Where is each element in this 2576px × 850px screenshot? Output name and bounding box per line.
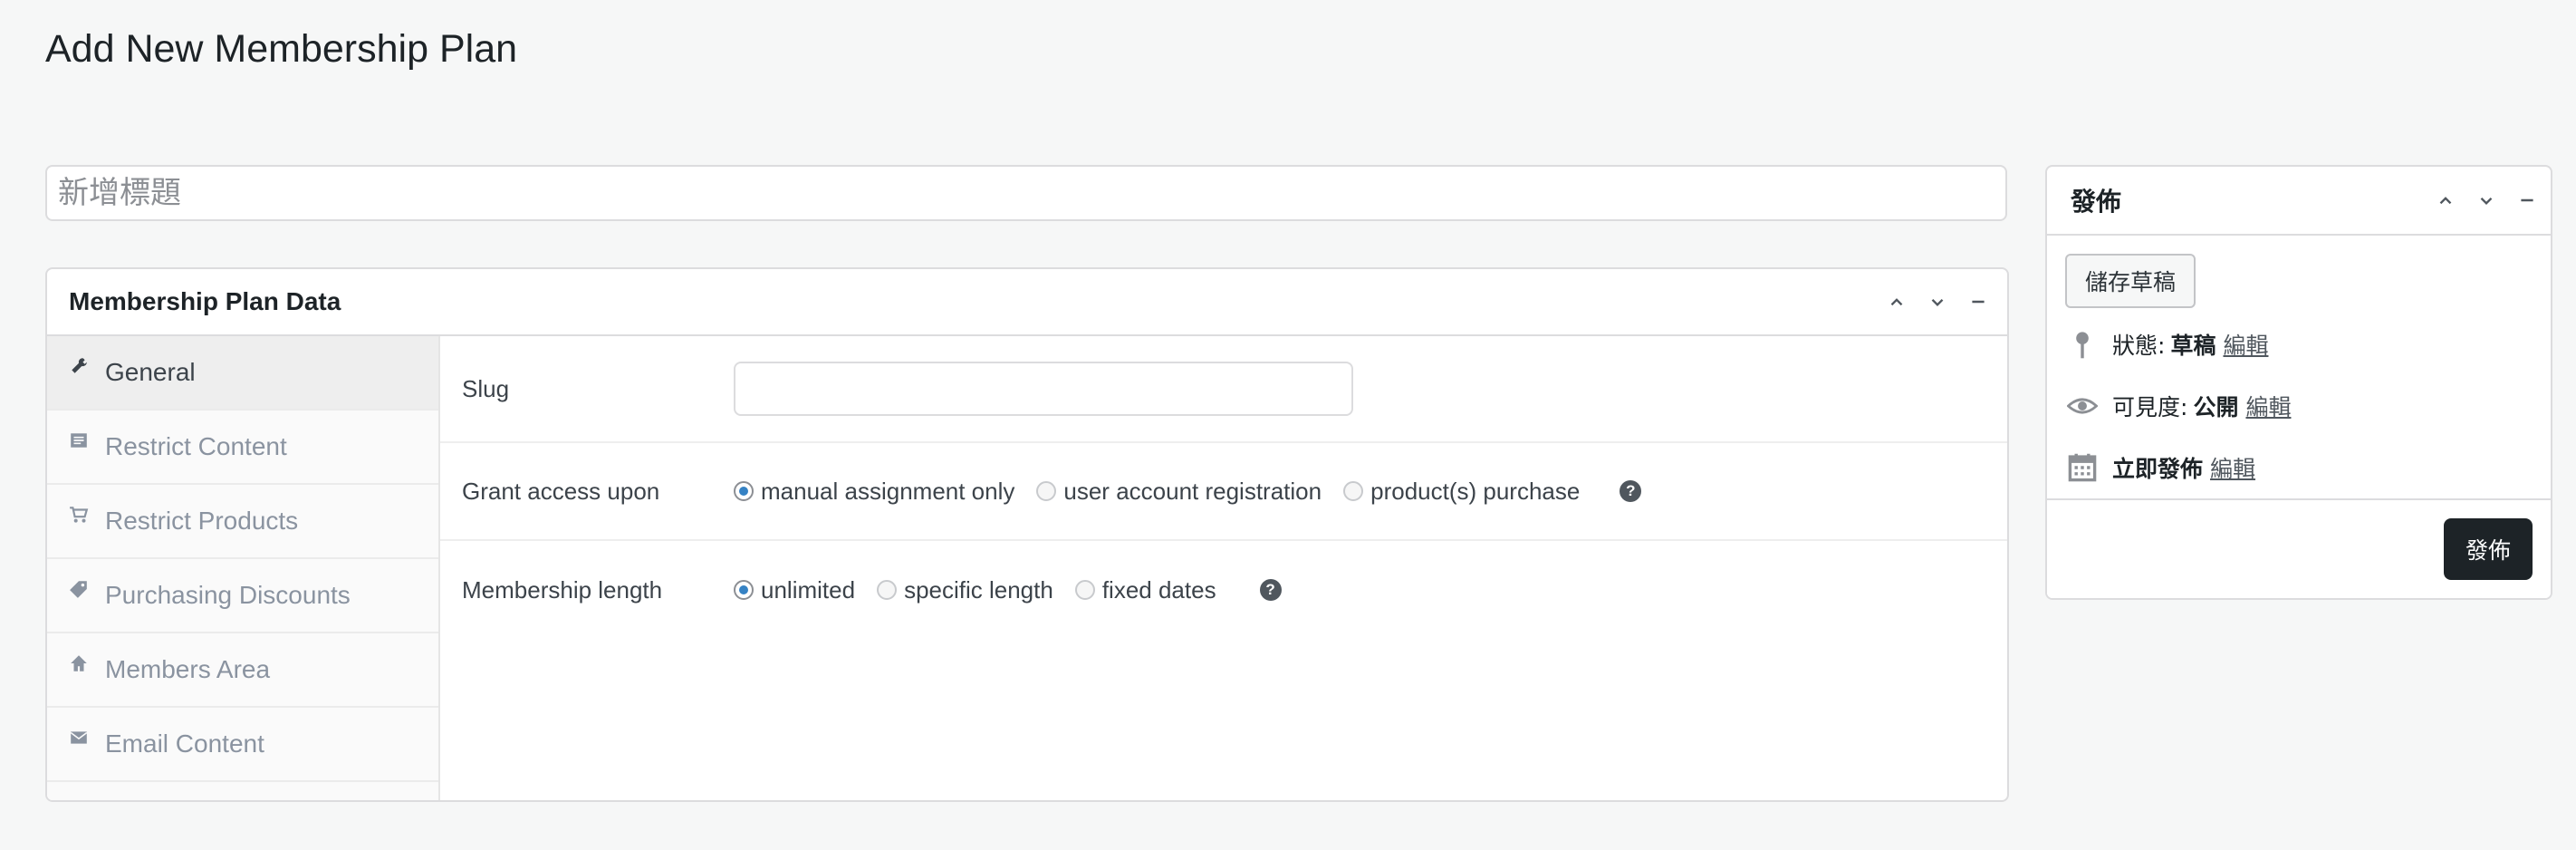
radio-button[interactable]: [877, 580, 898, 600]
move-up-icon[interactable]: [1876, 282, 1917, 323]
publish-box: 發佈 儲存草稿 狀態: 草稿 編輯 可見度: 公開 編輯 立即發佈 編輯 發佈: [2045, 165, 2552, 600]
grant-access-label: Grant access upon: [462, 477, 660, 505]
cart-icon: [67, 503, 91, 526]
general-panel: Slug Grant access upon manual assignment…: [440, 336, 2007, 800]
post-status: 狀態: 草稿 編輯: [2065, 314, 2533, 375]
tag-icon: [67, 577, 91, 601]
tab-label: Purchasing Discounts: [105, 581, 351, 609]
publish-box-body: 儲存草稿 狀態: 草稿 編輯 可見度: 公開 編輯 立即發佈 編輯: [2047, 236, 2551, 498]
visibility-label: 可見度:: [2112, 394, 2188, 420]
move-down-icon[interactable]: [2465, 180, 2506, 221]
move-down-icon[interactable]: [1917, 282, 1957, 323]
radio-label: specific length: [904, 575, 1053, 604]
radio-label: user account registration: [1063, 477, 1322, 505]
publish-button[interactable]: 發佈: [2443, 518, 2533, 580]
collapse-icon[interactable]: [1957, 282, 1998, 323]
radio-button[interactable]: [1074, 580, 1095, 600]
status-label: 狀態:: [2112, 333, 2166, 359]
box-controls: [2425, 180, 2547, 221]
edit-status-link[interactable]: 編輯: [2223, 328, 2268, 361]
tab-general[interactable]: General: [47, 336, 438, 411]
calendar-icon: [2065, 450, 2100, 485]
slug-input[interactable]: [734, 362, 1353, 416]
membership-plan-data-title: Membership Plan Data: [69, 287, 341, 315]
slug-row: Slug: [440, 336, 2007, 443]
page-icon: [67, 429, 91, 452]
radio-label: product(s) purchase: [1370, 477, 1581, 505]
radio-button-checked[interactable]: [734, 481, 754, 501]
tab-label: Members Area: [105, 655, 271, 683]
membership-length-row: Membership length unlimited specific len…: [440, 541, 2007, 639]
home-icon: [67, 652, 91, 675]
status-value: 草稿: [2170, 333, 2216, 359]
publish-box-title: 發佈: [2071, 187, 2122, 217]
help-icon[interactable]: ?: [1620, 480, 1642, 502]
publish-actions: 發佈: [2047, 498, 2551, 598]
radio-specific-length[interactable]: specific length: [877, 576, 1053, 604]
tab-purchasing-discounts[interactable]: Purchasing Discounts: [47, 559, 438, 633]
membership-plan-data-header: Membership Plan Data: [47, 269, 2007, 336]
plan-data-tabs: General Restrict Content Restrict Produc…: [47, 336, 440, 800]
tab-label: Email Content: [105, 729, 264, 758]
radio-button[interactable]: [1343, 481, 1364, 501]
box-controls: [1876, 282, 1998, 323]
visibility-value: 公開: [2193, 394, 2239, 420]
radio-user-account-registration[interactable]: user account registration: [1036, 478, 1322, 506]
move-up-icon[interactable]: [2425, 180, 2465, 221]
membership-plan-data-body: General Restrict Content Restrict Produc…: [47, 336, 2007, 800]
page-title: Add New Membership Plan: [45, 27, 518, 71]
pin-icon: [2065, 327, 2100, 362]
membership-length-label: Membership length: [462, 575, 663, 604]
radio-label: manual assignment only: [761, 477, 1015, 505]
schedule-label: 立即發佈: [2112, 456, 2204, 482]
tab-members-area[interactable]: Members Area: [47, 633, 438, 708]
post-title-input[interactable]: [45, 165, 2007, 221]
slug-label: Slug: [462, 374, 510, 402]
membership-plan-data-box: Membership Plan Data General Restrict Co…: [45, 267, 2009, 802]
radio-manual-assignment[interactable]: manual assignment only: [734, 478, 1014, 506]
radio-label: fixed dates: [1101, 575, 1216, 604]
save-draft-button[interactable]: 儲存草稿: [2065, 254, 2196, 308]
radio-fixed-dates[interactable]: fixed dates: [1074, 575, 1216, 604]
tab-email-content[interactable]: Email Content: [47, 708, 438, 782]
post-visibility: 可見度: 公開 編輯: [2065, 375, 2533, 437]
publish-box-header: 發佈: [2047, 167, 2551, 236]
edit-visibility-link[interactable]: 編輯: [2245, 390, 2291, 422]
radio-button[interactable]: [1036, 481, 1057, 501]
grant-access-options: manual assignment only user account regi…: [734, 478, 1642, 506]
tab-restrict-content[interactable]: Restrict Content: [47, 411, 438, 485]
radio-unlimited[interactable]: unlimited: [734, 576, 855, 604]
collapse-icon[interactable]: [2506, 180, 2547, 221]
tab-label: General: [105, 358, 196, 386]
membership-length-options: unlimited specific length fixed dates ?: [734, 576, 1282, 604]
grant-access-row: Grant access upon manual assignment only…: [440, 443, 2007, 541]
email-icon: [67, 726, 91, 749]
wrench-icon: [67, 354, 91, 378]
radio-product-purchase[interactable]: product(s) purchase: [1343, 478, 1580, 506]
radio-button-checked[interactable]: [734, 580, 754, 600]
help-icon[interactable]: ?: [1259, 579, 1282, 601]
edit-schedule-link[interactable]: 編輯: [2210, 451, 2255, 484]
tab-restrict-products[interactable]: Restrict Products: [47, 485, 438, 559]
eye-icon: [2065, 389, 2100, 423]
tab-label: Restrict Content: [105, 432, 287, 460]
tab-label: Restrict Products: [105, 507, 299, 535]
radio-label: unlimited: [761, 575, 856, 604]
post-schedule: 立即發佈 編輯: [2065, 437, 2533, 498]
